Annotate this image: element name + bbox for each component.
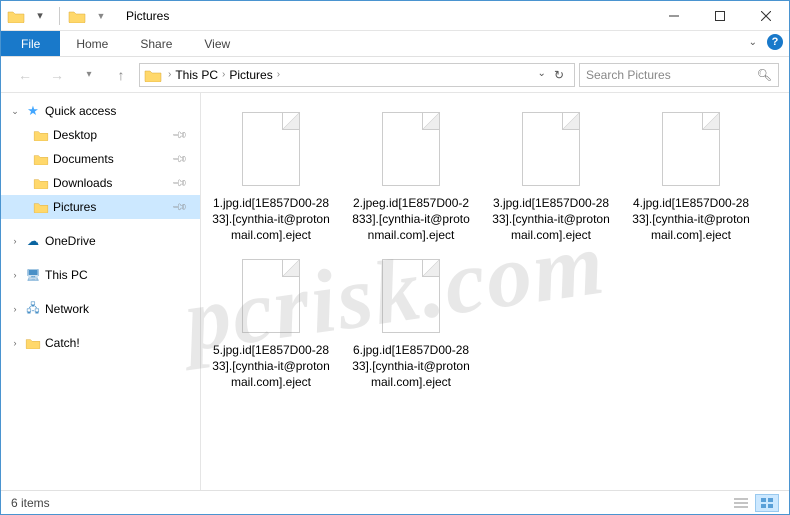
file-name: 4.jpg.id[1E857D00-2833].[cynthia-it@prot… (631, 195, 751, 244)
tree-item-thispc[interactable]: › 🖥︎ This PC (1, 263, 200, 287)
file-item[interactable]: 6.jpg.id[1E857D00-2833].[cynthia-it@prot… (351, 254, 471, 391)
pc-icon: 🖥︎ (25, 268, 41, 282)
qat-dropdown-icon[interactable]: ▾ (29, 5, 51, 27)
file-item[interactable]: 1.jpg.id[1E857D00-2833].[cynthia-it@prot… (211, 107, 331, 244)
tree-label: Desktop (53, 128, 97, 142)
folder-icon (33, 128, 49, 142)
tree-item-pictures[interactable]: Pictures 📌︎ (1, 195, 200, 219)
tree-label: Catch! (45, 336, 80, 350)
refresh-icon[interactable]: ↻ (554, 68, 564, 82)
file-item[interactable]: 2.jpeg.id[1E857D00-2833].[cynthia-it@pro… (351, 107, 471, 244)
file-name: 2.jpeg.id[1E857D00-2833].[cynthia-it@pro… (351, 195, 471, 244)
maximize-button[interactable] (697, 1, 743, 30)
tree-label: Network (45, 302, 89, 316)
qat-overflow-icon[interactable]: ▼ (90, 5, 112, 27)
file-icon (236, 107, 306, 191)
file-name: 3.jpg.id[1E857D00-2833].[cynthia-it@prot… (491, 195, 611, 244)
chevron-right-icon[interactable]: › (9, 270, 21, 280)
window-title: Pictures (126, 9, 651, 23)
pin-icon: 📌︎ (171, 127, 188, 144)
folder-icon (33, 152, 49, 166)
search-icon: 🔍︎ (757, 68, 772, 82)
minimize-button[interactable] (651, 1, 697, 30)
file-tab[interactable]: File (1, 31, 60, 56)
breadcrumb-item[interactable]: Pictures (229, 68, 272, 82)
chevron-right-icon[interactable]: › (9, 304, 21, 314)
breadcrumb-item[interactable]: This PC (175, 68, 218, 82)
address-bar[interactable]: › This PC › Pictures › ⌄ ↻ (139, 63, 575, 87)
search-placeholder: Search Pictures (586, 68, 671, 82)
expand-ribbon-icon[interactable]: ⌄ (749, 37, 757, 48)
tree-label: OneDrive (45, 234, 96, 248)
back-button[interactable]: ← (11, 61, 39, 89)
file-grid: 1.jpg.id[1E857D00-2833].[cynthia-it@prot… (211, 107, 779, 390)
recent-locations-icon[interactable]: ▾ (75, 61, 103, 89)
tab-share[interactable]: Share (124, 31, 188, 56)
details-view-button[interactable] (729, 494, 753, 512)
folder-icon (33, 176, 49, 190)
cloud-icon: ☁ (25, 234, 41, 248)
tree-label: Documents (53, 152, 114, 166)
star-icon: ★ (25, 104, 41, 118)
up-button[interactable]: ↑ (107, 61, 135, 89)
chevron-right-icon[interactable]: › (222, 69, 225, 80)
navigation-pane[interactable]: ⌄ ★ Quick access Desktop 📌︎ Documents 📌︎… (1, 93, 201, 490)
file-icon (376, 107, 446, 191)
tree-item-downloads[interactable]: Downloads 📌︎ (1, 171, 200, 195)
tab-home[interactable]: Home (60, 31, 124, 56)
file-icon (236, 254, 306, 338)
tree-quick-access[interactable]: ⌄ ★ Quick access (1, 99, 200, 123)
status-bar: 6 items (1, 490, 789, 514)
file-icon (516, 107, 586, 191)
help-icon[interactable]: ? (767, 34, 783, 50)
chevron-right-icon[interactable]: › (168, 69, 171, 80)
tree-item-catch[interactable]: › Catch! (1, 331, 200, 355)
file-icon (376, 254, 446, 338)
quick-access-toolbar: ▾ ▼ (1, 5, 118, 27)
file-name: 5.jpg.id[1E857D00-2833].[cynthia-it@prot… (211, 342, 331, 391)
tree-label: This PC (45, 268, 88, 282)
folder-icon (7, 9, 25, 23)
window-controls (651, 1, 789, 30)
body: ⌄ ★ Quick access Desktop 📌︎ Documents 📌︎… (1, 93, 789, 490)
navigation-bar: ← → ▾ ↑ › This PC › Pictures › ⌄ ↻ Searc… (1, 57, 789, 93)
tree-item-desktop[interactable]: Desktop 📌︎ (1, 123, 200, 147)
tree-label: Downloads (53, 176, 112, 190)
separator (59, 7, 60, 25)
file-item[interactable]: 3.jpg.id[1E857D00-2833].[cynthia-it@prot… (491, 107, 611, 244)
explorer-window: ▾ ▼ Pictures File Home Share View ⌄ ? ← … (0, 0, 790, 515)
tree-label: Quick access (45, 104, 116, 118)
icons-view-button[interactable] (755, 494, 779, 512)
folder-icon (25, 336, 41, 350)
tree-item-documents[interactable]: Documents 📌︎ (1, 147, 200, 171)
tab-view[interactable]: View (188, 31, 246, 56)
file-name: 6.jpg.id[1E857D00-2833].[cynthia-it@prot… (351, 342, 471, 391)
close-button[interactable] (743, 1, 789, 30)
address-dropdown-icon[interactable]: ⌄ (538, 68, 546, 82)
file-item[interactable]: 4.jpg.id[1E857D00-2833].[cynthia-it@prot… (631, 107, 751, 244)
network-icon: 🖧︎ (25, 302, 41, 316)
tree-label: Pictures (53, 200, 96, 214)
pin-icon: 📌︎ (171, 175, 188, 192)
chevron-right-icon[interactable]: › (9, 236, 21, 246)
chevron-down-icon[interactable]: ⌄ (9, 106, 21, 117)
content-area[interactable]: 1.jpg.id[1E857D00-2833].[cynthia-it@prot… (201, 93, 789, 490)
titlebar: ▾ ▼ Pictures (1, 1, 789, 31)
chevron-right-icon[interactable]: › (9, 338, 21, 348)
tree-item-onedrive[interactable]: › ☁ OneDrive (1, 229, 200, 253)
search-input[interactable]: Search Pictures 🔍︎ (579, 63, 779, 87)
pin-icon: 📌︎ (171, 199, 188, 216)
chevron-right-icon[interactable]: › (277, 69, 280, 80)
pin-icon: 📌︎ (171, 151, 188, 168)
folder-icon (144, 68, 162, 82)
tree-item-network[interactable]: › 🖧︎ Network (1, 297, 200, 321)
file-name: 1.jpg.id[1E857D00-2833].[cynthia-it@prot… (211, 195, 331, 244)
folder-open-icon[interactable] (68, 9, 86, 23)
folder-icon (33, 200, 49, 214)
forward-button[interactable]: → (43, 61, 71, 89)
ribbon-tabs: File Home Share View ⌄ ? (1, 31, 789, 57)
file-item[interactable]: 5.jpg.id[1E857D00-2833].[cynthia-it@prot… (211, 254, 331, 391)
status-item-count: 6 items (11, 496, 50, 510)
file-icon (656, 107, 726, 191)
